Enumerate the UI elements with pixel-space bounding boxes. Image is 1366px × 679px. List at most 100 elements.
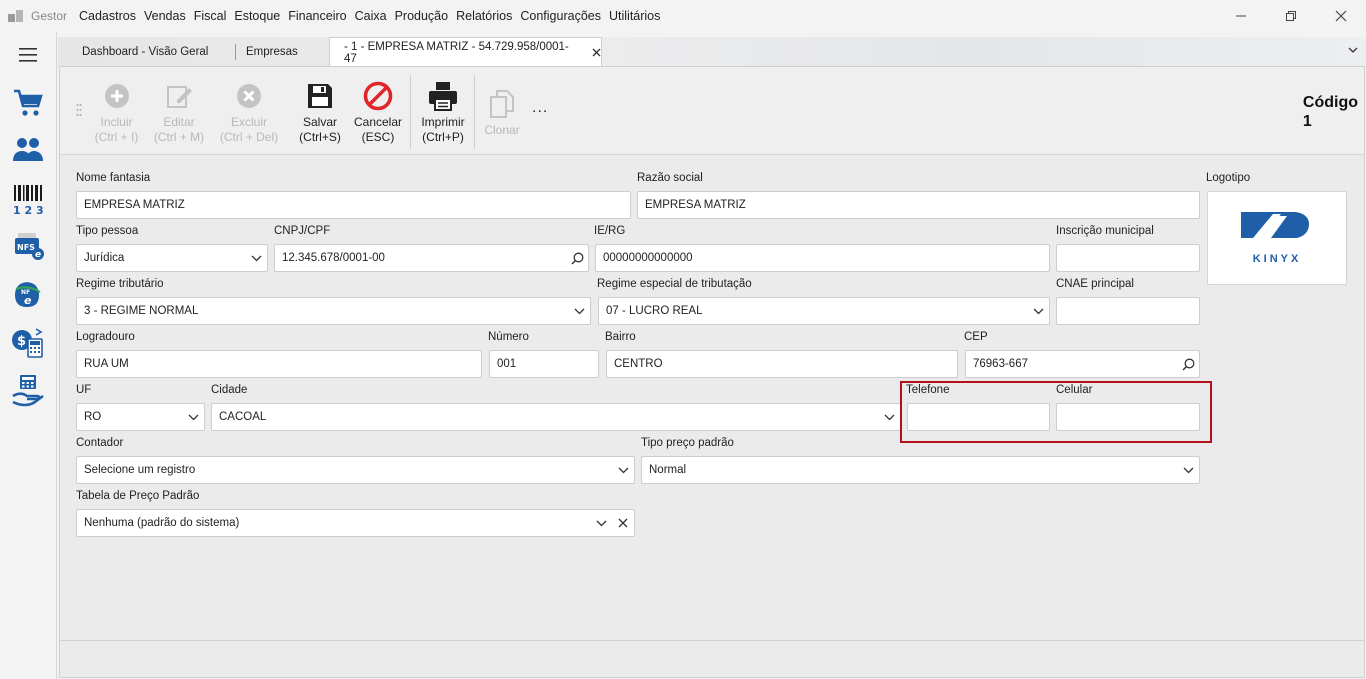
toolbar-grip-handle[interactable]: [76, 103, 82, 117]
chevron-down-icon: [618, 467, 628, 473]
contador-select[interactable]: Selecione um registro: [76, 456, 635, 484]
tabela-preco-select[interactable]: Nenhuma (padrão do sistema): [76, 509, 635, 537]
sidebar-nfe-button[interactable]: NF e: [10, 278, 46, 312]
sidebar-nfse-button[interactable]: NFS e: [10, 230, 46, 264]
tab-close-button[interactable]: [592, 45, 601, 60]
tipo-preco-select[interactable]: Normal: [641, 456, 1200, 484]
celular-input[interactable]: [1056, 403, 1200, 431]
editar-shortcut: (Ctrl + M): [153, 130, 205, 144]
ie-rg-label: IE/RG: [594, 225, 626, 237]
hamburger-menu-button[interactable]: [10, 38, 46, 72]
sidebar-cashier-button[interactable]: [10, 374, 46, 408]
tab-empresa-matriz-label: - 1 - EMPRESA MATRIZ - 54.729.958/0001-4…: [344, 40, 569, 65]
sidebar-products-button[interactable]: 1 2 3: [10, 182, 46, 216]
menu-cadastros[interactable]: Cadastros: [75, 9, 140, 23]
razao-social-value: EMPRESA MATRIZ: [645, 199, 746, 211]
clonar-button[interactable]: Clonar: [482, 87, 522, 138]
tab-empresas[interactable]: Empresas: [246, 37, 298, 67]
more-actions-button[interactable]: ...: [532, 99, 548, 117]
copy-icon: [490, 90, 514, 118]
regime-tributario-select[interactable]: 3 - REGIME NORMAL: [76, 297, 591, 325]
menu-configuracoes[interactable]: Configurações: [516, 9, 605, 23]
sidebar-people-button[interactable]: [10, 133, 46, 167]
codigo-label: Código: [1302, 94, 1358, 111]
bairro-value: CENTRO: [614, 358, 663, 370]
menu-vendas[interactable]: Vendas: [140, 9, 190, 23]
tab-list-dropdown[interactable]: [1348, 43, 1358, 57]
sidebar-finance-button[interactable]: $: [10, 326, 46, 360]
tipo-pessoa-label: Tipo pessoa: [76, 225, 139, 237]
sidebar-sales-button[interactable]: [10, 86, 46, 120]
excluir-button[interactable]: Excluir (Ctrl + Del): [218, 79, 280, 145]
menu-fiscal[interactable]: Fiscal: [190, 9, 231, 23]
nome-fantasia-input[interactable]: EMPRESA MATRIZ: [76, 191, 631, 219]
status-bar: [60, 640, 1364, 677]
tipo-preco-value: Normal: [649, 464, 687, 476]
imprimir-label: Imprimir: [421, 115, 465, 129]
telefone-input[interactable]: [907, 403, 1050, 431]
ie-rg-value: 00000000000000: [603, 252, 693, 264]
tipo-pessoa-select[interactable]: Jurídica: [76, 244, 268, 272]
cidade-select[interactable]: CACOAL: [211, 403, 901, 431]
nfe-icon: NF e: [15, 282, 41, 307]
cidade-value: CACOAL: [219, 411, 267, 423]
regime-tributario-value: 3 - REGIME NORMAL: [84, 305, 199, 317]
cnae-input[interactable]: [1056, 297, 1200, 325]
cnpj-cpf-label: CNPJ/CPF: [274, 225, 331, 237]
razao-social-input[interactable]: EMPRESA MATRIZ: [637, 191, 1200, 219]
restore-button[interactable]: [1266, 0, 1316, 32]
company-form: Nome fantasia EMPRESA MATRIZ Razão socia…: [60, 155, 1364, 640]
chevron-down-icon: [1348, 47, 1358, 53]
menu-caixa[interactable]: Caixa: [351, 9, 391, 23]
save-icon: [308, 84, 332, 108]
contador-label: Contador: [76, 437, 124, 449]
ie-rg-input[interactable]: 00000000000000: [595, 244, 1050, 272]
imprimir-button[interactable]: Imprimir (Ctrl+P): [418, 79, 468, 145]
numero-input[interactable]: 001: [489, 350, 599, 378]
logradouro-input[interactable]: RUA UM: [76, 350, 482, 378]
logotipo-image[interactable]: KINYX: [1207, 191, 1347, 285]
minimize-button[interactable]: [1216, 0, 1266, 32]
incluir-button[interactable]: Incluir (Ctrl + I): [94, 79, 139, 145]
close-icon: [1335, 10, 1347, 22]
uf-select[interactable]: RO: [76, 403, 205, 431]
nome-fantasia-value: EMPRESA MATRIZ: [84, 199, 185, 211]
clear-icon: [618, 518, 628, 528]
editar-button[interactable]: Editar (Ctrl + M): [152, 79, 206, 145]
kinyx-logo-icon: [1241, 211, 1309, 238]
bairro-input[interactable]: CENTRO: [606, 350, 958, 378]
regime-especial-select[interactable]: 07 - LUCRO REAL: [598, 297, 1050, 325]
cnpj-cpf-value: 12.345.678/0001-00: [282, 252, 385, 264]
excluir-shortcut: (Ctrl + Del): [219, 130, 279, 144]
tab-empresas-label: Empresas: [246, 46, 298, 58]
cnpj-cpf-input[interactable]: 12.345.678/0001-00: [274, 244, 589, 272]
svg-text:1 2 3: 1 2 3: [13, 204, 44, 215]
salvar-label: Salvar: [302, 115, 337, 129]
menu-financeiro[interactable]: Financeiro: [284, 9, 350, 23]
svg-text:$: $: [17, 334, 26, 349]
tipo-preco-label: Tipo preço padrão: [641, 437, 734, 449]
clonar-label: Clonar: [484, 123, 520, 137]
menu-producao[interactable]: Produção: [391, 9, 453, 23]
tab-empresa-matriz[interactable]: - 1 - EMPRESA MATRIZ - 54.729.958/0001-4…: [329, 37, 602, 67]
razao-social-label: Razão social: [637, 172, 703, 184]
cancelar-button[interactable]: Cancelar (ESC): [354, 79, 402, 145]
menu-utilitarios[interactable]: Utilitários: [605, 9, 664, 23]
menu-relatorios[interactable]: Relatórios: [452, 9, 516, 23]
tabela-preco-clear-button[interactable]: [612, 518, 634, 528]
menu-estoque[interactable]: Estoque: [230, 9, 284, 23]
uf-value: RO: [84, 411, 102, 423]
inscricao-municipal-input[interactable]: [1056, 244, 1200, 272]
close-window-button[interactable]: [1316, 0, 1366, 32]
svg-text:e: e: [35, 250, 41, 260]
app-logo: Gestor: [0, 9, 75, 23]
tab-dashboard[interactable]: Dashboard - Visão Geral: [82, 37, 208, 67]
cnpj-search-button[interactable]: [566, 252, 588, 265]
salvar-button[interactable]: Salvar (Ctrl+S): [297, 79, 343, 145]
money-calculator-icon: $: [12, 328, 43, 358]
svg-text:NFS: NFS: [17, 243, 35, 252]
inscricao-municipal-label: Inscrição municipal: [1056, 225, 1154, 237]
cep-search-button[interactable]: [1177, 358, 1199, 371]
cep-input[interactable]: 76963-667: [965, 350, 1200, 378]
edit-icon: [167, 86, 192, 108]
